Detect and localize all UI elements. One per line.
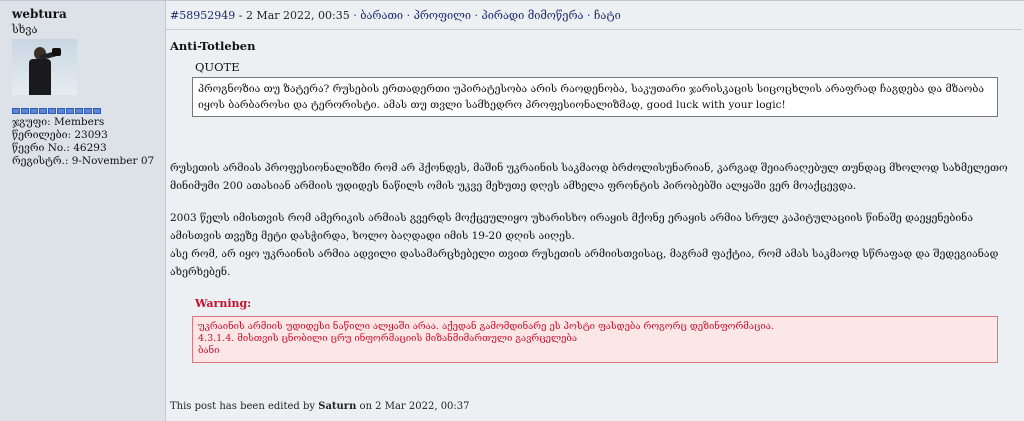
author-title: სხვა <box>12 23 38 36</box>
warning-label: Warning: <box>195 297 252 310</box>
post-meta: #58952949 - 2 Mar 2022, 00:35 · ბარათი ·… <box>170 9 621 22</box>
post-paragraph-2: 2003 წელს იმისთვის რომ ამერიკის არმიას გ… <box>170 212 974 242</box>
warning-line-3: ბანი <box>198 345 220 356</box>
rank-pip <box>21 108 29 114</box>
post-date-separator: - <box>238 9 246 22</box>
edited-suffix: on 2 Mar 2022, 00:37 <box>359 401 470 412</box>
edited-note: This post has been edited by Saturn on 2… <box>170 401 470 412</box>
card-link[interactable]: ბარათი <box>360 9 403 22</box>
post-paragraph-1: რუსეთის არმიას პროფესიონალიზმი რომ არ ჰქ… <box>170 162 1008 192</box>
author-panel: webtura სხვა ჯგუფი: Members წერილები: 23… <box>0 1 166 421</box>
rank-pip <box>48 108 56 114</box>
warning-line-2: 4.3.1.4. მისთვის ცნობილი ცრუ ინფორმაციის… <box>198 333 577 344</box>
warning-line-1: უკრაინის არმიის უდიდესი ნაწილი ალყაში არ… <box>198 321 774 332</box>
private-message-link[interactable]: პირადი მიმოწერა <box>482 9 584 22</box>
author-registered: რეგისტრ.: 9-November 07 <box>12 155 155 167</box>
quote-author: Anti-Totleben <box>170 39 256 53</box>
rank-pip <box>57 108 65 114</box>
quote-box: პროგნოზია თუ ზატერა? რუსების ერთადერთი უ… <box>192 77 998 117</box>
rank-pip <box>30 108 38 114</box>
edited-by-user[interactable]: Saturn <box>318 401 356 412</box>
forum-post: webtura სხვა ჯგუფი: Members წერილები: 23… <box>0 0 1024 421</box>
author-member-no: წევრი No.: 46293 <box>12 142 107 154</box>
author-posts: წერილები: 23093 <box>12 129 108 141</box>
profile-link[interactable]: პროფილი <box>414 9 471 22</box>
post-date: 2 Mar 2022, 00:35 <box>245 9 350 22</box>
rank-pip <box>93 108 101 114</box>
rank-pip <box>75 108 83 114</box>
edited-prefix: This post has been edited by <box>170 401 316 412</box>
avatar[interactable] <box>12 39 77 95</box>
post-id-link[interactable]: #58952949 <box>170 9 235 22</box>
post-body: #58952949 - 2 Mar 2022, 00:35 · ბარათი ·… <box>166 1 1024 421</box>
rank-pip <box>12 108 20 114</box>
rank-pip <box>66 108 74 114</box>
author-username[interactable]: webtura <box>12 7 165 21</box>
meta-divider <box>166 29 1022 30</box>
chat-link[interactable]: ჩატი <box>594 9 621 22</box>
warning-box: უკრაინის არმიის უდიდესი ნაწილი ალყაში არ… <box>192 316 998 363</box>
rank-pip <box>84 108 92 114</box>
rank-pips <box>12 108 165 114</box>
post-paragraph-3: ასე რომ, არ იყო უკრაინის არმია ადვილი და… <box>170 248 999 278</box>
author-group: ჯგუფი: Members <box>12 116 105 128</box>
quote-label: QUOTE <box>195 60 240 74</box>
rank-pip <box>39 108 47 114</box>
